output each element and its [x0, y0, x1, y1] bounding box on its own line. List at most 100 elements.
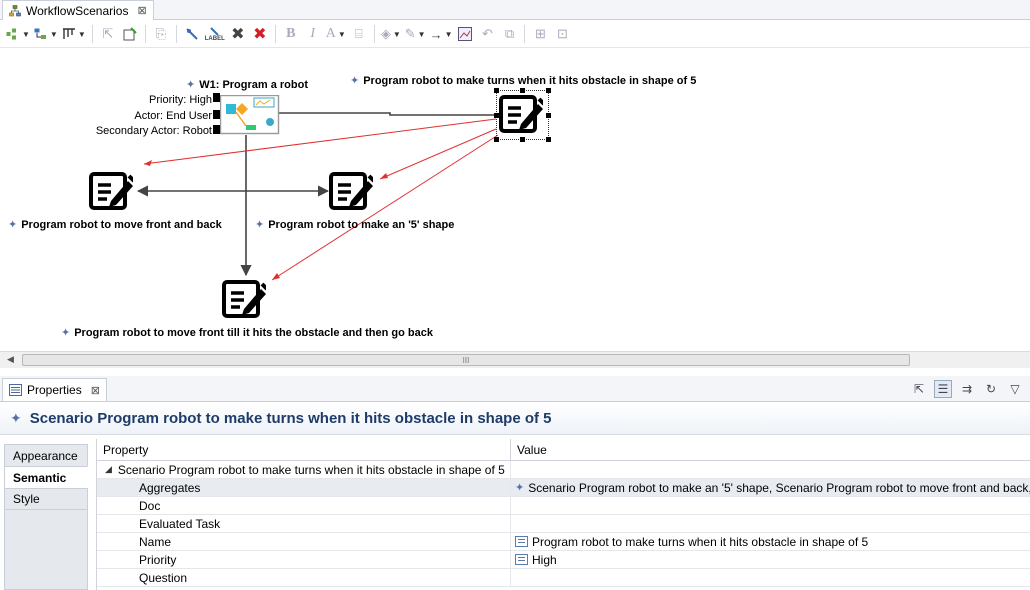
dropdown-arrow-icon[interactable]: ▼ — [22, 30, 30, 39]
table-row[interactable]: Doc — [97, 497, 1030, 515]
align-icon[interactable]: ▼ — [62, 24, 86, 44]
star-icon: ✦ — [8, 219, 18, 231]
workflow-title: ✦ W1: Program a robot — [186, 78, 308, 92]
property-value[interactable] — [511, 569, 1030, 586]
close-tab-icon[interactable]: ⊠ — [137, 4, 146, 17]
workflow-actor: Actor: End User — [134, 110, 212, 122]
dropdown-arrow-icon[interactable]: ▼ — [78, 30, 86, 39]
line-style-icon[interactable]: → ▼ — [430, 24, 453, 44]
scenario-till-obstacle-text: Program robot to move front till it hits… — [74, 326, 433, 339]
italic-button[interactable]: I — [304, 24, 322, 44]
arrange-icon[interactable]: ▼ — [34, 24, 58, 44]
show-categories-icon[interactable]: ☰ — [934, 380, 952, 398]
property-value[interactable]: High — [511, 551, 1030, 568]
scenario-five-shape-node[interactable] — [329, 171, 373, 211]
workflow-to-turns-connector[interactable] — [279, 112, 496, 116]
snap-grid-icon[interactable]: ⊡ — [553, 24, 571, 44]
dropdown-arrow-icon[interactable]: ▼ — [393, 30, 401, 39]
bold-button[interactable]: B — [282, 24, 300, 44]
show-advanced-icon[interactable]: ⇉ — [958, 380, 976, 398]
label-button-text: LABEL — [204, 35, 225, 42]
dropdown-arrow-icon[interactable]: ▼ — [418, 30, 426, 39]
scenario-turns-text: Program robot to make turns when it hits… — [363, 74, 697, 87]
size-both-icon[interactable]: ⊞ — [531, 24, 549, 44]
horizontal-scrollbar[interactable]: ◀ III — [0, 351, 1030, 368]
line-color-icon[interactable]: ✎ ▼ — [405, 24, 426, 44]
resize-handle[interactable] — [546, 137, 551, 142]
star-icon: ✦ — [255, 219, 265, 231]
resize-handle[interactable] — [213, 110, 220, 119]
hide-element-icon[interactable] — [183, 24, 201, 44]
resize-handle[interactable] — [494, 88, 499, 93]
resize-handle[interactable] — [520, 88, 525, 93]
copy-format-icon[interactable]: ⎘ — [152, 24, 170, 44]
property-name: Name — [97, 533, 511, 550]
font-color-button[interactable]: A ▼ — [326, 24, 346, 44]
side-tab-semantic[interactable]: Semantic — [4, 466, 88, 488]
delete-from-diagram-icon[interactable]: ✖ — [229, 24, 247, 44]
editor-tab-bar: WorkflowScenarios ⊠ — [0, 0, 1030, 20]
workflow-node[interactable] — [220, 95, 280, 135]
table-row-root[interactable]: ◢ Scenario Program robot to make turns w… — [97, 461, 1030, 479]
dropdown-arrow-icon[interactable]: ▼ — [338, 30, 346, 39]
hide-label-icon[interactable]: LABEL — [205, 24, 225, 44]
property-value[interactable]: Program robot to make turns when it hits… — [511, 533, 1030, 550]
properties-tab[interactable]: Properties ⊠ — [2, 378, 107, 401]
table-row[interactable]: Evaluated Task — [97, 515, 1030, 533]
star-icon: ✦ — [186, 79, 196, 91]
view-menu-icon[interactable]: ▽ — [1006, 380, 1024, 398]
scenario-front-back-node[interactable] — [89, 171, 133, 211]
restore-default-icon[interactable]: ↻ — [982, 380, 1000, 398]
resize-handle[interactable] — [546, 88, 551, 93]
resize-handle[interactable] — [546, 113, 551, 118]
image-icon[interactable] — [456, 24, 474, 44]
table-row[interactable]: Priority High — [97, 551, 1030, 569]
column-header-value[interactable]: Value — [511, 439, 1030, 460]
workflow-priority: Priority: High — [149, 94, 212, 106]
workflow-secondary-actor: Secondary Actor: Robot — [95, 125, 212, 137]
delete-from-model-icon[interactable]: ✖ — [251, 24, 269, 44]
star-icon: ✦ — [10, 410, 22, 426]
select-all-icon[interactable]: ▼ — [6, 24, 30, 44]
table-row[interactable]: Question — [97, 569, 1030, 587]
property-value[interactable] — [511, 515, 1030, 532]
property-value[interactable] — [511, 497, 1030, 514]
edit-task-icon — [499, 95, 543, 133]
collapse-triangle-icon[interactable]: ◢ — [105, 464, 112, 475]
resize-handle[interactable] — [494, 113, 499, 118]
font-dialog-icon[interactable]: ⌸ — [350, 24, 368, 44]
resize-handle[interactable] — [213, 93, 220, 102]
property-name: Evaluated Task — [97, 515, 511, 532]
properties-header-title: Scenario Program robot to make turns whe… — [29, 410, 552, 427]
scenario-front-back-label: ✦ Program robot to move front and back — [8, 218, 222, 232]
property-name: Question — [97, 569, 511, 586]
table-row[interactable]: Name Program robot to make turns when it… — [97, 533, 1030, 551]
aggregates-value: Scenario Program robot to make an '5' sh… — [528, 480, 1030, 495]
undo-style-icon[interactable]: ↶ — [478, 24, 496, 44]
name-value: Program robot to make turns when it hits… — [532, 534, 869, 549]
table-row[interactable]: Aggregates ✦ Scenario Program robot to m… — [97, 479, 1030, 497]
toolbar-separator — [524, 25, 526, 43]
side-tab-appearance[interactable]: Appearance — [4, 444, 88, 466]
side-tabs-background — [4, 510, 88, 590]
pin-icon[interactable] — [121, 24, 139, 44]
scroll-left-icon[interactable]: ◀ — [7, 354, 14, 365]
resize-handle[interactable] — [213, 125, 220, 134]
scenario-till-obstacle-node[interactable] — [222, 279, 266, 319]
dropdown-arrow-icon[interactable]: ▼ — [50, 30, 58, 39]
resize-handle[interactable] — [494, 137, 499, 142]
pin-to-selection-icon[interactable]: ⇱ — [910, 380, 928, 398]
fill-color-icon[interactable]: ◈ ▼ — [381, 24, 401, 44]
export-icon[interactable]: ⇱ — [99, 24, 117, 44]
scrollbar-thumb[interactable]: III — [22, 354, 910, 366]
side-tab-style[interactable]: Style — [4, 488, 88, 510]
copy-appearance-icon[interactable]: ⧉ — [500, 24, 518, 44]
diagram-canvas[interactable]: ✦ W1: Program a robot Priority: High Act… — [0, 49, 1030, 351]
property-value[interactable]: ✦ Scenario Program robot to make an '5' … — [511, 479, 1030, 496]
resize-handle[interactable] — [520, 137, 525, 142]
column-header-property[interactable]: Property — [97, 439, 511, 460]
editor-tab-workflowscenarios[interactable]: WorkflowScenarios ⊠ — [2, 0, 154, 20]
scenario-turns-node[interactable] — [494, 88, 551, 142]
dropdown-arrow-icon[interactable]: ▼ — [445, 30, 453, 39]
close-tab-icon[interactable]: ⊠ — [91, 384, 100, 397]
